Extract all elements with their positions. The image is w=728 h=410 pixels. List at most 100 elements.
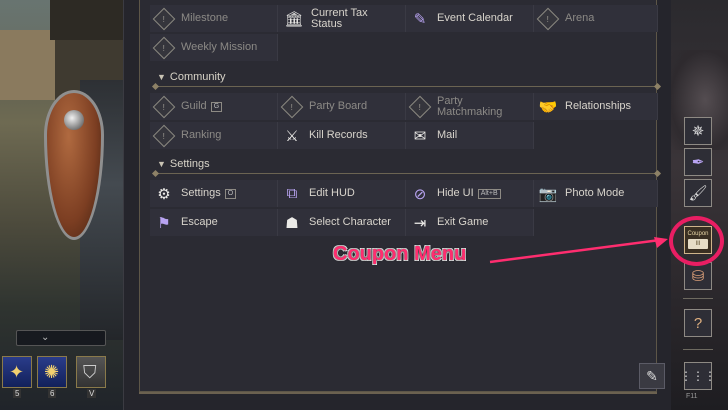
- quill-icon: ✒: [691, 154, 705, 171]
- menu-item-guild[interactable]: ! Guild G: [152, 93, 279, 120]
- skill-icon: ✦: [9, 362, 25, 382]
- camera-icon: 📷: [538, 185, 558, 203]
- brush-icon: 🖌: [688, 185, 708, 202]
- coupon-highlight-ring: [669, 216, 724, 266]
- menu-item-label: Guild: [181, 100, 207, 112]
- helmet-icon: ⛉: [83, 362, 97, 382]
- game-viewport: [0, 0, 123, 410]
- background-roof: [50, 0, 123, 40]
- menu-item-label: Party Matchmaking: [437, 94, 503, 118]
- hotkey-badge: G: [210, 101, 223, 112]
- chevron-down-icon: ⌄: [41, 332, 50, 343]
- menu-item-label: Current Tax Status: [311, 6, 368, 30]
- hotbar-slot[interactable]: ✺ 6: [37, 356, 67, 398]
- menu-item-escape[interactable]: ⚑ Escape: [153, 209, 279, 236]
- gear-icon: ⚙: [157, 185, 171, 203]
- menu-item-relationships[interactable]: 🤝 Relationships: [537, 93, 663, 120]
- menu-item-label: Relationships: [565, 100, 632, 112]
- hotkey-caption: F11: [686, 393, 698, 400]
- coupon-menu-annotation: Coupon Menu: [333, 243, 467, 265]
- edit-menu-button[interactable]: ✎: [639, 363, 665, 389]
- section-divider: [155, 86, 658, 87]
- menu-item-hide-ui[interactable]: ⊘ Hide UI Alt+B: [409, 180, 535, 207]
- menu-item-label: Party Board: [309, 100, 368, 112]
- full-menu-button[interactable]: ⋮⋮⋮: [680, 362, 716, 390]
- tax-building-icon: 🏛: [284, 10, 304, 28]
- lock-diamond-icon: !: [152, 36, 176, 59]
- hotbar-slot[interactable]: ⛉ V: [76, 356, 106, 398]
- section-header-settings[interactable]: ▼ Settings: [157, 156, 210, 172]
- sidebar-button-compass[interactable]: ✵: [684, 117, 712, 145]
- menu-item-party-matchmaking[interactable]: ! Party Matchmaking: [408, 93, 535, 120]
- lock-diamond-icon: !: [152, 124, 176, 147]
- handshake-icon: 🤝: [538, 98, 558, 116]
- pencil-icon: ✎: [646, 367, 658, 384]
- lock-diamond-icon: !: [152, 7, 176, 30]
- menu-item-label: Settings: [181, 187, 221, 199]
- hotbar-key: V: [87, 389, 97, 398]
- chevron-down-icon: ▼: [157, 159, 166, 169]
- sidebar-button-shop[interactable]: ⛁: [684, 262, 712, 290]
- frame-border: [139, 392, 657, 394]
- menu-item-mail[interactable]: ✉ Mail: [409, 122, 535, 149]
- menu-item-arena[interactable]: ! Arena: [536, 5, 663, 32]
- section-title: Community: [169, 71, 226, 83]
- compass-icon: ✵: [691, 123, 705, 140]
- menu-item-label: Select Character: [309, 216, 391, 228]
- lock-diamond-icon: !: [280, 95, 304, 118]
- help-book-icon: ?: [693, 314, 703, 332]
- lock-diamond-icon: !: [408, 95, 432, 118]
- hotbar-key: 5: [13, 389, 22, 398]
- background-building: [0, 30, 55, 100]
- eye-hidden-icon: ⊘: [413, 185, 427, 203]
- shop-icon: ⛁: [691, 268, 705, 285]
- grid-menu-icon: ⋮⋮⋮: [680, 369, 716, 383]
- calendar-icon: ✎: [413, 10, 427, 28]
- envelope-icon: ✉: [413, 127, 427, 145]
- flag-icon: ⚑: [157, 214, 171, 232]
- menu-item-label: Milestone: [181, 12, 229, 24]
- sidebar-button-help[interactable]: ?: [684, 309, 712, 337]
- menu-item-weekly-mission[interactable]: ! Weekly Mission: [152, 34, 279, 61]
- sidebar-divider: [683, 349, 713, 350]
- menu-item-photo-mode[interactable]: 📷 Photo Mode: [537, 180, 663, 207]
- menu-item-exit-game[interactable]: ⇥ Exit Game: [409, 209, 535, 236]
- menu-item-settings[interactable]: ⚙ Settings O: [153, 180, 279, 207]
- section-title: Settings: [169, 158, 210, 170]
- menu-item-event-calendar[interactable]: ✎ Event Calendar: [409, 5, 535, 32]
- menu-item-label: Mail: [437, 129, 458, 141]
- shield-boss: [64, 110, 84, 130]
- menu-item-party-board[interactable]: ! Party Board: [280, 93, 407, 120]
- chat-input[interactable]: ⌄: [16, 330, 106, 346]
- hotkey-badge: Alt+B: [477, 188, 501, 199]
- menu-item-edit-hud[interactable]: ⧉ Edit HUD: [281, 180, 407, 207]
- menu-item-label: Photo Mode: [565, 187, 625, 199]
- menu-item-milestone[interactable]: ! Milestone: [152, 5, 279, 32]
- section-divider: [155, 173, 658, 174]
- sidebar-button-quill[interactable]: ✒: [684, 148, 712, 176]
- menu-item-select-character[interactable]: ☗ Select Character: [281, 209, 407, 236]
- sidebar-divider: [683, 298, 713, 299]
- menu-item-label: Event Calendar: [437, 12, 513, 24]
- menu-item-label: Hide UI: [437, 187, 474, 199]
- chevron-down-icon: ▼: [157, 72, 166, 82]
- annotation-arrow: [489, 237, 668, 264]
- edit-layout-icon: ⧉: [286, 185, 298, 202]
- menu-item-label: Ranking: [181, 129, 222, 141]
- sidebar-button-brush[interactable]: 🖌: [684, 179, 712, 207]
- menu-item-kill-records[interactable]: ⚔ Kill Records: [281, 122, 407, 149]
- menu-item-ranking[interactable]: ! Ranking: [152, 122, 279, 149]
- exit-door-icon: ⇥: [413, 214, 427, 232]
- skill-icon: ✺: [44, 362, 60, 382]
- menu-item-label: Exit Game: [437, 216, 489, 228]
- lock-diamond-icon: !: [536, 7, 560, 30]
- menu-item-label: Escape: [181, 216, 218, 228]
- hotbar-slot[interactable]: ✦ 5: [2, 356, 32, 398]
- lock-diamond-icon: !: [152, 95, 176, 118]
- menu-item-label: Arena: [565, 12, 595, 24]
- crossed-swords-icon: ⚔: [285, 127, 299, 145]
- menu-item-current-tax-status[interactable]: 🏛 Current Tax Status: [283, 5, 409, 32]
- section-header-community[interactable]: ▼ Community: [157, 69, 226, 85]
- menu-item-label: Edit HUD: [309, 187, 355, 199]
- hotbar-key: 6: [48, 389, 57, 398]
